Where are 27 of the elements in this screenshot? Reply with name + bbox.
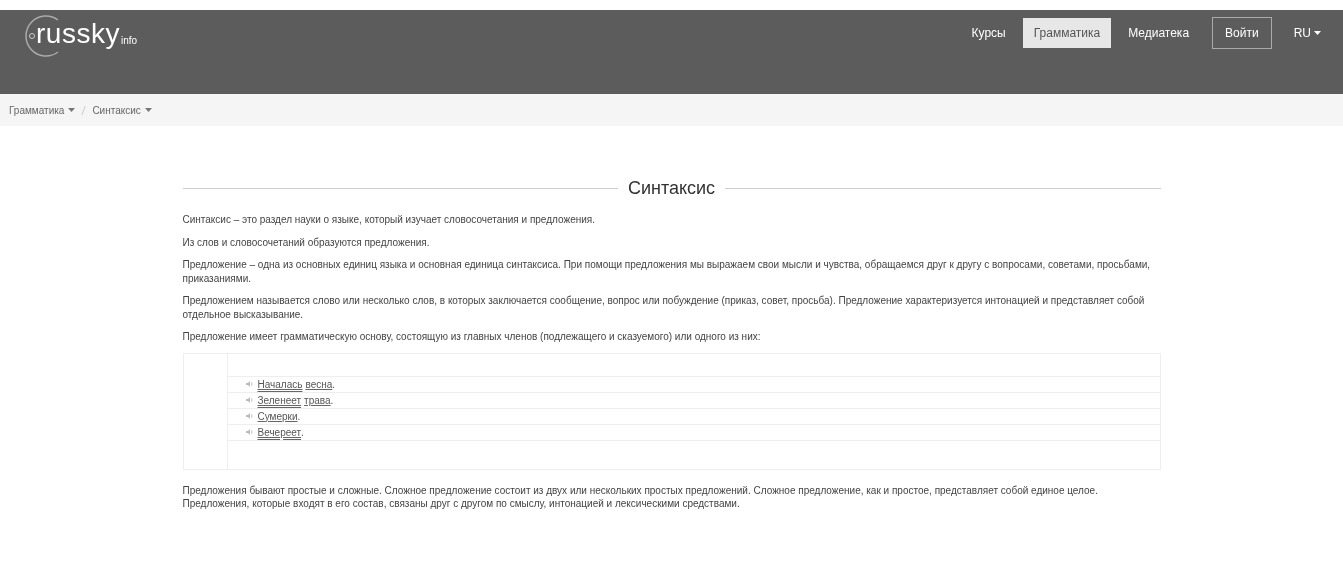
- speaker-icon[interactable]: [245, 396, 254, 404]
- example-sentence[interactable]: Сумерки.: [257, 410, 301, 422]
- breadcrumb-link[interactable]: Синтаксис: [92, 104, 152, 116]
- caret-icon: [1314, 31, 1321, 35]
- login-button[interactable]: Войти: [1212, 17, 1272, 49]
- logo-suffix: info: [120, 34, 138, 46]
- example-sentence[interactable]: Зеленеет трава.: [257, 394, 334, 406]
- example-sentence[interactable]: Вечереет.: [257, 426, 304, 438]
- breadcrumb-link[interactable]: Грамматика: [9, 104, 76, 116]
- paragraph: Синтаксис – это раздел науки о языке, который изучает словосочетания и предложения.: [182, 213, 596, 227]
- speaker-icon[interactable]: [245, 412, 254, 420]
- paragraph: Предложения бывают простые и сложные. Сложное предложение состоит из двух или нескольких простых предложений. Сложное предложение, как и простое, представляет собой единое целое. Предложения, которые входят в его состав, связаны друг с другом по смыслу, интонацией и лексическими средствами.: [182, 483, 1099, 511]
- paragraph: Предложение – одна из основных единиц языка и основная единица синтаксиса. При помощи предложения мы выражаем свои мысли и чувства, обращаемся друг к другу с вопросами, советами, просьбами, приказаниями.: [182, 258, 1152, 285]
- language-dropdown[interactable]: RU: [1277, 18, 1321, 48]
- page-title: Синтаксис: [627, 178, 716, 199]
- speaker-icon[interactable]: [245, 428, 254, 436]
- speaker-icon[interactable]: [245, 380, 254, 388]
- example-sentence[interactable]: Началась весна.: [257, 378, 336, 390]
- paragraph: Предложение имеет грамматическую основу, состоящую из главных членов (подлежащего и сказуемого) или одного из них:: [182, 330, 762, 344]
- logo-text[interactable]: russky: [36, 18, 120, 50]
- paragraph: Из слов и словосочетаний образуются предложения.: [182, 235, 431, 249]
- paragraph: Предложением называется слово или несколько слов, в которых заключается сообщение, вопрос или побуждение (приказ, совет, просьба). Предложение характеризуется интонацией и представляет собой отдельное высказывание.: [182, 294, 1146, 321]
- nav-link[interactable]: Курсы: [960, 18, 1017, 48]
- nav-link[interactable]: Грамматика: [1022, 18, 1112, 48]
- caret-icon: [68, 108, 76, 112]
- nav-link[interactable]: Медиатека: [1117, 18, 1201, 48]
- caret-icon: [144, 108, 152, 112]
